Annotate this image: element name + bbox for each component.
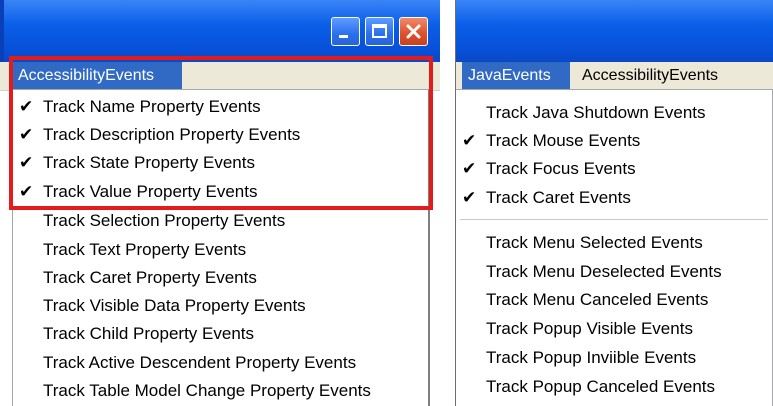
title-bar-right [455,0,773,62]
empty-check-slot [19,292,37,320]
close-icon [406,24,421,39]
panel-gap [440,0,455,406]
maximize-icon [372,24,387,38]
empty-check-slot [462,229,480,257]
right-window: JavaEvents AccessibilityEvents Track Jav… [455,0,773,406]
right-menu-bar: JavaEvents AccessibilityEvents [455,62,773,91]
menu-item-label: Track Popup Visible Events [486,319,693,338]
accessibility-events-dropdown: ✔ Track Name Property Events ✔ Track Descri… [12,89,430,406]
menu-item-label: Track Child Property Events [43,324,254,343]
empty-check-slot [19,377,37,405]
empty-check-slot [19,264,37,292]
menu-item-label: Track Visible Data Property Events [43,296,306,315]
maximize-button[interactable] [365,17,394,46]
check-icon: ✔ [462,159,477,178]
close-button[interactable] [399,17,428,46]
check-icon: ✔ [462,188,477,207]
menu-item-label: Track Java Shutdown Events [486,103,706,122]
menu-item-label: Track Menu Canceled Events [486,290,709,309]
left-window: AccessibilityEvents ✔ Track Name Property… [0,0,440,406]
menu-item-label: Track Value Property Events [43,182,258,201]
empty-check-slot [462,373,480,401]
menu-item-label: Track Menu Deselected Events [486,262,722,281]
menu-item-label: Track Focus Events [486,159,636,178]
empty-check-slot [19,320,37,348]
menu-separator [460,219,768,220]
empty-check-slot [19,207,37,235]
empty-check-slot [19,349,37,377]
title-bar [0,0,440,62]
minimize-button[interactable] [331,17,360,46]
menu-item-label: Track Popup Canceled Events [486,377,715,396]
empty-check-slot [462,315,480,343]
check-icon: ✔ [19,153,34,172]
menu-java-events[interactable]: JavaEvents [462,62,570,90]
check-icon: ✔ [462,131,477,150]
menu-item-label: Track Name Property Events [43,97,261,116]
menu-accessibility-events-right[interactable]: AccessibilityEvents [576,62,724,90]
menu-item-label: Track State Property Events [43,153,255,172]
menu-item-label: Track Caret Events [486,188,631,207]
minimize-icon [339,35,348,38]
menu-item-label: Track Menu Selected Events [486,233,703,252]
check-icon: ✔ [19,125,34,144]
empty-check-slot [462,99,480,127]
java-events-dropdown: Track Java Shutdown Events ✔ Track Mouse E… [455,89,773,406]
menu-item-label: Track Popup Inviible Events [486,348,697,367]
check-icon: ✔ [19,182,34,201]
menu-item-label: Track Mouse Events [486,131,641,150]
menu-item-label: Track Active Descendent Property Events [43,353,357,372]
menu-item-label: Track Text Property Events [43,240,247,259]
empty-check-slot [462,286,480,314]
check-icon: ✔ [19,97,34,116]
menu-item-label: Track Description Property Events [43,125,301,144]
empty-check-slot [462,258,480,286]
menu-item-label: Track Table Model Change Property Events [43,381,371,400]
menu-item-label: Track Caret Property Events [43,268,257,287]
menu-item-label: Track Selection Property Events [43,211,286,230]
window-edge [455,0,456,406]
left-menu-bar: AccessibilityEvents [0,62,440,91]
menu-accessibility-events[interactable]: AccessibilityEvents [12,62,182,90]
empty-check-slot [462,344,480,372]
empty-check-slot [19,236,37,264]
